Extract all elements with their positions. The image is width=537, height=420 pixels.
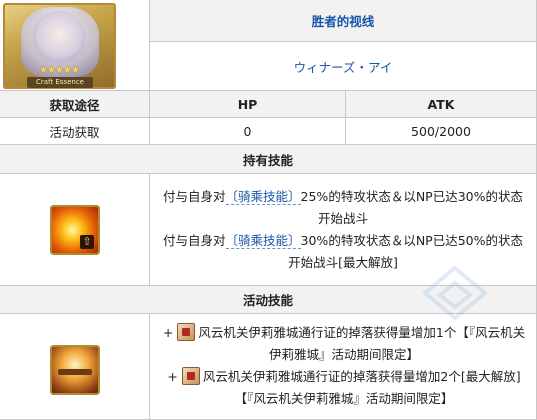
event-skill-decoration bbox=[58, 369, 92, 375]
skill-text: 付与自身对 bbox=[163, 233, 226, 248]
value-source: 活动获取 bbox=[0, 118, 150, 145]
portrait-face bbox=[33, 11, 85, 63]
event-skill-icon[interactable] bbox=[50, 345, 100, 395]
passive-skill-line-2: 付与自身对〔骑乘技能〕30%的特攻状态＆以NP已达50%的状态开始战斗[最大解放… bbox=[162, 230, 524, 274]
passive-skill-line-1: 付与自身对〔骑乘技能〕25%的特攻状态＆以NP已达30%的状态开始战斗 bbox=[162, 186, 524, 230]
event-skill-text-cell: + 风云机关伊莉雅城通行证的掉落获得量增加1个【『风云机关伊莉雅城』活动期间限定】… bbox=[150, 314, 537, 420]
value-hp: 0 bbox=[150, 118, 346, 145]
header-source: 获取途径 bbox=[0, 91, 150, 118]
portrait-cell: ★★★★★ Craft Essence bbox=[0, 0, 150, 91]
craft-essence-portrait[interactable]: ★★★★★ Craft Essence bbox=[3, 3, 116, 89]
trait-link-riding[interactable]: 〔骑乘技能〕 bbox=[225, 233, 301, 249]
event-skill-header: 活动技能 bbox=[0, 286, 537, 314]
craft-essence-card: ★★★★★ Craft Essence 胜者的视线 ウィナーズ・アイ 获取途径 … bbox=[0, 0, 537, 420]
event-skill-line-1: + 风云机关伊莉雅城通行证的掉落获得量增加1个【『风云机关伊莉雅城』活动期间限定】 bbox=[162, 322, 526, 366]
header-atk: ATK bbox=[346, 91, 537, 118]
header-hp: HP bbox=[150, 91, 346, 118]
up-arrow-icon: ⇧ bbox=[80, 235, 94, 249]
plus-bullet: + bbox=[167, 369, 178, 384]
skill-text: 25%的特攻状态＆以NP已达30%的状态开始战斗 bbox=[300, 189, 523, 226]
passive-skill-icon-cell: ⇧ bbox=[0, 174, 150, 286]
pass-item-icon[interactable] bbox=[181, 367, 200, 385]
passive-skill-icon[interactable]: ⇧ bbox=[50, 205, 100, 255]
event-skill-text: 风云机关伊莉雅城通行证的掉落获得量增加2个[最大解放]【『风云机关伊莉雅城』活动… bbox=[202, 369, 521, 406]
card-name-cn: 胜者的视线 bbox=[150, 0, 537, 42]
craft-essence-tag: Craft Essence bbox=[27, 77, 93, 88]
event-skill-line-2: + 风云机关伊莉雅城通行证的掉落获得量增加2个[最大解放]【『风云机关伊莉雅城』活… bbox=[162, 366, 526, 410]
skill-text: 付与自身对 bbox=[163, 189, 226, 204]
passive-skill-text-cell: 付与自身对〔骑乘技能〕25%的特攻状态＆以NP已达30%的状态开始战斗 付与自身… bbox=[150, 174, 537, 286]
pass-item-icon[interactable] bbox=[177, 323, 196, 341]
event-skill-text: 风云机关伊莉雅城通行证的掉落获得量增加1个【『风云机关伊莉雅城』活动期间限定】 bbox=[198, 325, 526, 362]
passive-skill-header: 持有技能 bbox=[0, 145, 537, 174]
value-atk: 500/2000 bbox=[346, 118, 537, 145]
skill-text: 30%的特攻状态＆以NP已达50%的状态开始战斗[最大解放] bbox=[288, 233, 523, 270]
plus-bullet: + bbox=[162, 325, 174, 340]
trait-link-riding[interactable]: 〔骑乘技能〕 bbox=[225, 189, 301, 205]
event-skill-icon-cell bbox=[0, 314, 150, 420]
rarity-stars: ★★★★★ bbox=[39, 65, 80, 76]
card-name-jp: ウィナーズ・アイ bbox=[150, 42, 537, 91]
